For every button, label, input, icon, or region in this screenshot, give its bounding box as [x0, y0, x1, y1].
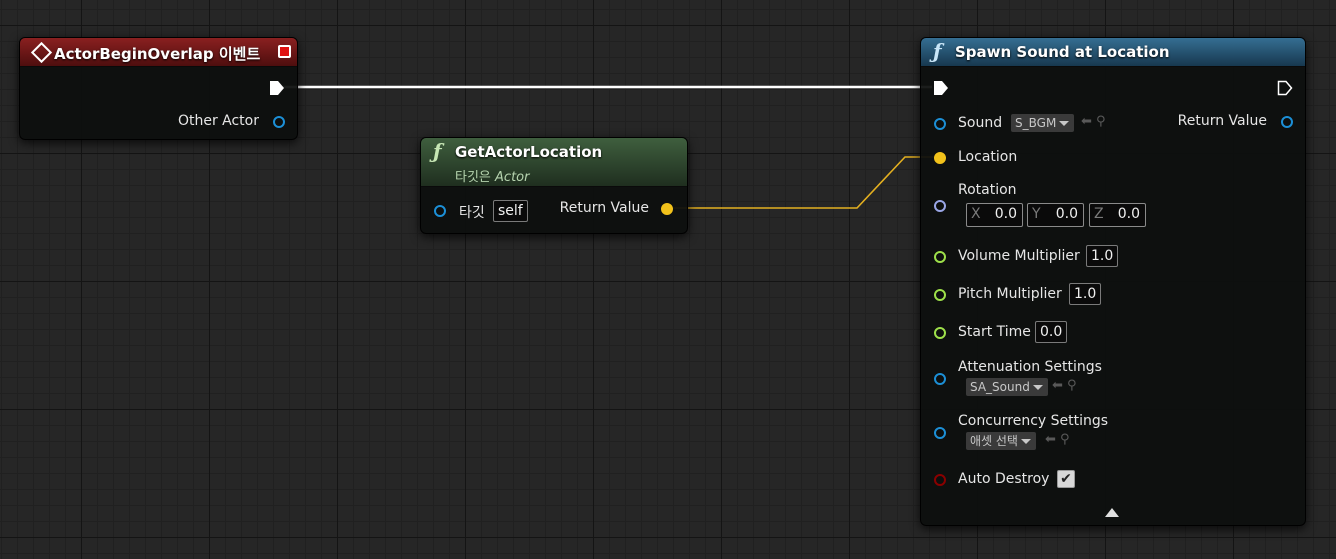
subtitle-class: Actor — [495, 170, 530, 185]
location-wire[interactable] — [668, 156, 936, 209]
get-actor-location-node[interactable]: ƒ GetActorLocation 타깃은 Actor 타깃 self Ret… — [420, 137, 688, 234]
browse-search-icon[interactable]: ⚲ — [1060, 432, 1070, 447]
volume-multiplier-field[interactable]: 1.0 — [1086, 245, 1119, 267]
subtitle-prefix: 타깃은 — [455, 170, 491, 185]
concurrency-asset-value: 애셋 선택 — [970, 434, 1018, 448]
get-actor-location-subtitle: 타깃은 Actor — [455, 166, 529, 185]
rotation-z-field[interactable]: Z 0.0 — [1089, 203, 1146, 227]
rotation-z-value: 0.0 — [1117, 206, 1140, 222]
chevron-down-icon — [1059, 121, 1070, 126]
target-self-field[interactable]: self — [493, 200, 528, 222]
rotation-y-field[interactable]: Y 0.0 — [1027, 203, 1084, 227]
location-label: Location — [958, 149, 1018, 165]
pitch-multiplier-pin[interactable] — [934, 289, 946, 301]
auto-destroy-pin[interactable] — [934, 474, 946, 486]
browse-search-icon[interactable]: ⚲ — [1067, 378, 1077, 393]
rotation-pin[interactable] — [934, 200, 946, 212]
pitch-multiplier-label: Pitch Multiplier — [958, 286, 1062, 302]
use-selected-arrow-icon[interactable]: ⬅ — [1045, 432, 1056, 447]
function-icon: ƒ — [433, 139, 442, 163]
rotation-z-axis: Z — [1094, 206, 1104, 222]
concurrency-asset-tools[interactable]: ⬅ ⚲ — [1045, 432, 1070, 447]
concurrency-settings-pin[interactable] — [934, 427, 946, 439]
chevron-down-icon — [1032, 385, 1043, 390]
target-pin[interactable] — [434, 205, 446, 217]
attenuation-asset-value: SA_Sound — [970, 380, 1030, 394]
attenuation-settings-pin[interactable] — [934, 373, 946, 385]
volume-multiplier-label: Volume Multiplier — [958, 248, 1080, 264]
exec-input-pin[interactable] — [933, 80, 949, 96]
volume-multiplier-pin[interactable] — [934, 251, 946, 263]
location-pin[interactable] — [934, 152, 946, 164]
sound-label: Sound — [958, 115, 1003, 131]
rotation-y-value: 0.0 — [1055, 206, 1078, 222]
concurrency-asset-combo[interactable]: 애셋 선택 — [966, 432, 1036, 450]
spawn-sound-title: Spawn Sound at Location — [955, 43, 1170, 61]
get-actor-location-title: GetActorLocation — [455, 143, 603, 161]
return-value-pin[interactable] — [661, 203, 673, 215]
target-label: 타깃 — [459, 205, 485, 221]
return-value-label: Return Value — [559, 200, 649, 216]
auto-destroy-label: Auto Destroy — [958, 471, 1050, 487]
function-icon: ƒ — [933, 39, 942, 63]
other-actor-pin[interactable] — [273, 116, 285, 128]
rotation-x-axis: X — [971, 206, 981, 222]
use-selected-arrow-icon[interactable]: ⬅ — [1052, 378, 1063, 393]
auto-destroy-checkbox[interactable]: ✔ — [1057, 470, 1075, 488]
exec-output-pin[interactable] — [269, 80, 285, 96]
rotation-x-field[interactable]: X 0.0 — [966, 203, 1023, 227]
collapse-advanced-arrow-icon[interactable] — [1105, 508, 1119, 517]
checkmark-icon: ✔ — [1060, 471, 1072, 487]
use-selected-arrow-icon[interactable]: ⬅ — [1081, 114, 1092, 129]
other-actor-label: Other Actor — [177, 113, 259, 129]
rotation-x-value: 0.0 — [994, 206, 1017, 222]
sound-asset-tools[interactable]: ⬅ ⚲ — [1081, 114, 1106, 129]
sound-pin[interactable] — [934, 118, 946, 130]
pitch-multiplier-field[interactable]: 1.0 — [1069, 283, 1102, 305]
return-value-label: Return Value — [1177, 113, 1267, 129]
spawn-sound-at-location-node[interactable]: ƒ Spawn Sound at Location Sound S_BGM ⬅ … — [920, 37, 1306, 526]
spawn-sound-header[interactable]: ƒ Spawn Sound at Location — [921, 38, 1305, 67]
attenuation-asset-tools[interactable]: ⬅ ⚲ — [1052, 378, 1077, 393]
rotation-y-axis: Y — [1032, 206, 1041, 222]
concurrency-settings-label: Concurrency Settings — [958, 413, 1109, 429]
event-node-actor-begin-overlap[interactable]: ActorBeginOverlap 이벤트 Other Actor — [19, 37, 298, 140]
event-node-title: ActorBeginOverlap 이벤트 — [54, 45, 261, 63]
browse-search-icon[interactable]: ⚲ — [1096, 114, 1106, 129]
exec-output-pin[interactable] — [1277, 80, 1293, 96]
rotation-label: Rotation — [958, 182, 1017, 198]
start-time-label: Start Time — [958, 324, 1031, 340]
chevron-down-icon — [1020, 439, 1031, 444]
delegate-square-icon[interactable] — [278, 45, 291, 58]
sound-asset-combo[interactable]: S_BGM — [1011, 114, 1075, 132]
sound-asset-value: S_BGM — [1015, 116, 1057, 130]
attenuation-settings-label: Attenuation Settings — [958, 359, 1102, 375]
attenuation-asset-combo[interactable]: SA_Sound — [966, 378, 1048, 396]
event-node-header[interactable]: ActorBeginOverlap 이벤트 — [20, 38, 297, 67]
event-diamond-icon — [30, 41, 53, 64]
start-time-pin[interactable] — [934, 327, 946, 339]
return-value-pin[interactable] — [1281, 116, 1293, 128]
start-time-field[interactable]: 0.0 — [1035, 321, 1068, 343]
get-actor-location-header[interactable]: ƒ GetActorLocation 타깃은 Actor — [421, 138, 687, 187]
